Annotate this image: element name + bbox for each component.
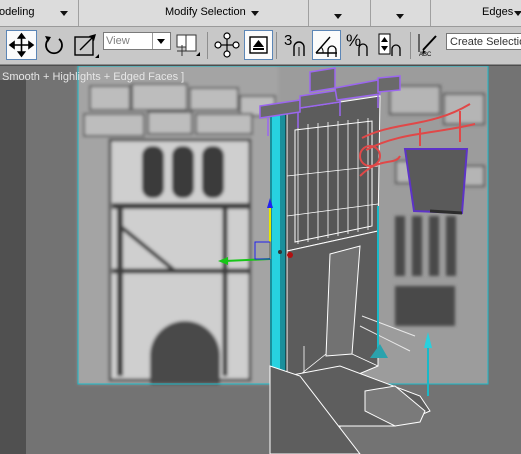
hanging-sign-mesh[interactable] (403, 148, 469, 215)
chevron-down-icon[interactable] (514, 11, 521, 16)
chevron-down-icon[interactable] (60, 11, 68, 16)
use-pivot-center-button[interactable] (174, 30, 204, 60)
ribbon-label-edges: Edges (482, 6, 514, 18)
ribbon-bar: odeling Modify Selection Edges (0, 0, 521, 27)
viewport-shading-label[interactable]: Smooth + Highlights + Edged Faces ] (2, 71, 184, 83)
building-mesh[interactable] (286, 95, 381, 397)
select-rotate-icon (45, 36, 63, 55)
percent-snap-label: % (346, 31, 362, 50)
select-rotate-button[interactable] (40, 30, 68, 60)
select-scale-icon (74, 34, 99, 58)
spell-label: ABC (419, 52, 432, 58)
perspective-viewport[interactable]: Smooth + Highlights + Edged Faces ] (0, 66, 521, 454)
ribbon-panel-geometry[interactable] (371, 0, 431, 26)
main-toolbar: View 3 % ABC Create Selecti (0, 27, 521, 65)
snap-dimension-label: 3 (284, 32, 293, 49)
spinner-snap-icon (378, 33, 401, 56)
toolbar-separator (410, 32, 411, 59)
toolbar-separator (276, 32, 277, 59)
ribbon-panel-edges[interactable]: Edges (431, 0, 521, 26)
percent-snap-toggle-button[interactable]: % (344, 30, 374, 60)
select-move-icon (8, 32, 35, 58)
ribbon-label-modify-selection: Modify Selection (165, 6, 246, 18)
coordinate-system-value: View (106, 35, 130, 47)
angle-snap-icon (315, 36, 337, 57)
spinner-snap-toggle-button[interactable] (375, 30, 407, 60)
ribbon-panel-modify-selection[interactable]: Modify Selection (79, 0, 309, 26)
edit-named-selection-button[interactable]: ABC (415, 30, 445, 60)
ribbon-panel-edit[interactable] (309, 0, 371, 26)
keyboard-shortcut-override-button[interactable] (244, 30, 273, 60)
toolbar-separator (207, 32, 208, 59)
select-manipulate-button[interactable] (212, 30, 242, 60)
reference-coordinate-dropdown[interactable]: View (103, 32, 171, 50)
use-pivot-icon (176, 34, 200, 56)
chevron-down-icon[interactable] (396, 14, 404, 19)
chevron-down-icon[interactable] (334, 14, 342, 19)
angle-snap-toggle-button[interactable] (312, 30, 341, 60)
ribbon-label-modeling: odeling (0, 6, 35, 18)
keyboard-shortcut-icon (249, 36, 268, 54)
viewport-left-border (0, 80, 26, 454)
viewport-scene[interactable] (0, 66, 521, 454)
select-manipulate-icon (214, 32, 240, 58)
chevron-down-icon[interactable] (251, 11, 259, 16)
select-scale-button[interactable] (71, 30, 101, 60)
select-move-button[interactable] (6, 30, 37, 60)
coordinate-combo-arrow-icon[interactable] (152, 33, 170, 49)
snaps-toggle-button[interactable]: 3 (281, 30, 311, 60)
ribbon-panel-modeling[interactable]: odeling (0, 0, 79, 26)
named-selection-set-field[interactable]: Create Selection Set (446, 33, 521, 50)
named-selection-set-text: Create Selection Set (450, 36, 521, 48)
